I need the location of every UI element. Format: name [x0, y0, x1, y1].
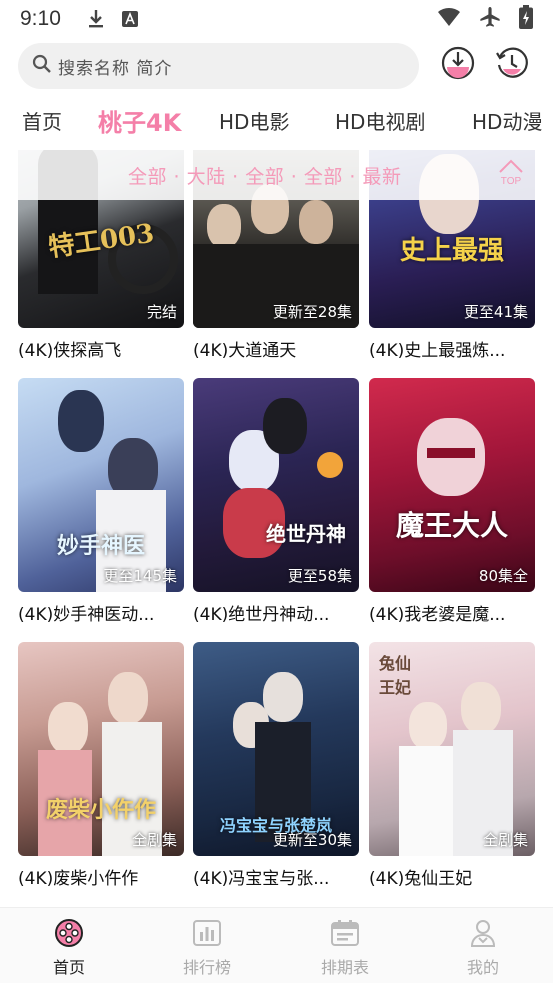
profile-icon — [470, 920, 496, 947]
episode-badge: 更新至30集 — [272, 831, 352, 849]
tab-hd-anime[interactable]: HD动漫 — [472, 106, 542, 135]
poster-title-art: 魔王大人 — [395, 509, 508, 542]
nav-label: 排期表 — [320, 958, 369, 977]
nav-label: 排行榜 — [182, 958, 231, 977]
calendar-icon — [331, 920, 359, 946]
chevron-up-icon — [499, 159, 523, 173]
font-status-icon — [121, 10, 139, 28]
tab-taozi-4k[interactable]: 桃子4K — [98, 103, 181, 138]
episode-badge: 更至41集 — [463, 303, 528, 321]
card-title[interactable]: (4K)兔仙王妃 — [369, 864, 549, 889]
nav-label: 我的 — [466, 958, 499, 977]
download-manager-button[interactable] — [440, 45, 476, 81]
status-bar: 9:10 — [0, 0, 553, 38]
tab-hd-movie[interactable]: HD电影 — [219, 106, 289, 135]
category-tabs: 首页 桃子4K HD电影 HD电视剧 HD动漫 — [0, 96, 553, 144]
filter-text[interactable]: 全部 · 大陆 · 全部 · 全部 · 最新 — [128, 162, 401, 189]
nav-label: 首页 — [52, 958, 85, 977]
poster-image: 兔仙王妃 全剧集 — [369, 642, 535, 856]
card-title[interactable]: (4K)侠探高飞 — [18, 336, 198, 361]
home-film-icon — [55, 919, 83, 947]
download-status-icon — [87, 9, 105, 29]
status-time: 9:10 — [20, 7, 61, 30]
episode-badge: 更至145集 — [103, 567, 177, 585]
card-title[interactable]: (4K)冯宝宝与张... — [193, 864, 373, 889]
filter-bar: 全部 · 大陆 · 全部 · 全部 · 最新 TOP — [0, 150, 553, 200]
card-title[interactable]: (4K)史上最强炼... — [369, 336, 549, 361]
poster-title-art: 妙手神医 — [56, 533, 145, 559]
episode-badge: 全剧集 — [482, 831, 528, 849]
card-title[interactable]: (4K)妙手神医动... — [18, 600, 198, 625]
back-to-top-button[interactable]: TOP — [496, 158, 526, 194]
airplane-icon — [479, 6, 501, 33]
search-input[interactable]: 搜索名称 简介 — [18, 43, 419, 89]
poster-image: 妙手神医 更至145集 — [18, 378, 184, 592]
poster-title-art: 废柴小仵作 — [45, 797, 156, 823]
bottom-navigation: 首页 排行榜 排期表 我的 — [0, 907, 553, 983]
episode-badge: 全剧集 — [131, 831, 177, 849]
poster-title-art: 史上最强 — [399, 236, 504, 266]
nav-schedule[interactable]: 排期表 — [300, 918, 390, 978]
card-title[interactable]: (4K)大道通天 — [193, 336, 373, 361]
poster-image: 冯宝宝与张楚岚 更新至30集 — [193, 642, 359, 856]
card-title[interactable]: (4K)绝世丹神动... — [193, 600, 373, 625]
tab-home[interactable]: 首页 — [22, 106, 62, 135]
poster-image: 魔王大人 80集全 — [369, 378, 535, 592]
search-placeholder: 搜索名称 简介 — [58, 58, 173, 79]
download-icon — [441, 46, 475, 80]
episode-badge: 更至58集 — [287, 567, 352, 585]
card-title[interactable]: (4K)我老婆是魔... — [369, 600, 549, 625]
search-row: 搜索名称 简介 — [0, 40, 553, 92]
battery-charging-icon — [519, 4, 533, 34]
episode-badge: 80集全 — [478, 567, 528, 585]
poster-title-art: 绝世丹神 — [266, 522, 346, 546]
history-button[interactable] — [494, 45, 530, 81]
poster-image: 废柴小仵作 全剧集 — [18, 642, 184, 856]
poster-image: 绝世丹神 更至58集 — [193, 378, 359, 592]
nav-home[interactable]: 首页 — [24, 918, 114, 978]
search-icon — [32, 54, 52, 78]
episode-badge: 更新至28集 — [272, 303, 352, 321]
content-grid[interactable]: 全部 · 大陆 · 全部 · 全部 · 最新 TOP 特工003 完结 (4K)… — [0, 150, 553, 907]
episode-badge: 完结 — [146, 303, 177, 321]
wifi-icon — [437, 7, 461, 32]
nav-profile[interactable]: 我的 — [438, 918, 528, 978]
nav-ranking[interactable]: 排行榜 — [162, 918, 252, 978]
ranking-chart-icon — [193, 920, 221, 946]
poster-title-art: 兔仙王妃 — [378, 654, 411, 697]
tab-hd-tv[interactable]: HD电视剧 — [335, 106, 425, 135]
card-title[interactable]: (4K)废柴小仵作 — [18, 864, 198, 889]
top-label: TOP — [500, 176, 522, 187]
history-icon — [496, 47, 528, 78]
